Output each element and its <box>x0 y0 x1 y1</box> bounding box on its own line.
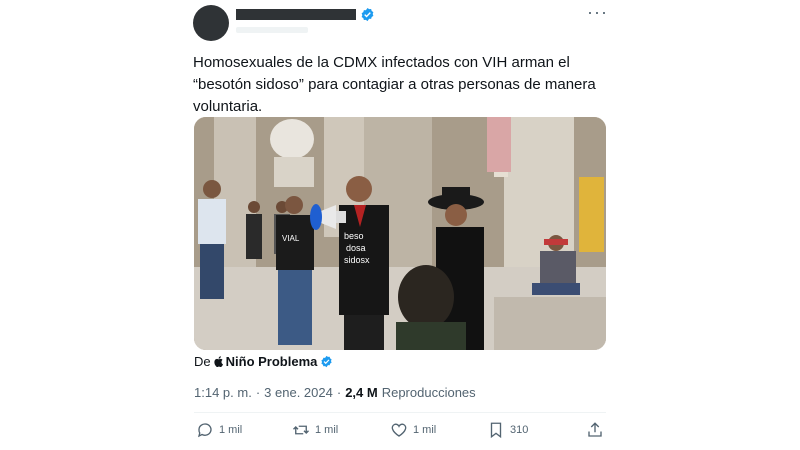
like-button[interactable]: 1 mil <box>390 421 436 439</box>
shirt-text-3: sidosx <box>344 255 370 265</box>
tweet-time-link[interactable]: 1:14 p. m. <box>194 385 252 400</box>
retweet-button[interactable]: 1 mil <box>292 421 338 439</box>
tweet-photo[interactable]: VIAL beso dosa sidosx <box>194 117 606 350</box>
protest-photo: VIAL beso dosa sidosx <box>194 117 606 350</box>
tweet-metadata: 1:14 p. m. · 3 ene. 2024 · 2,4 M Reprodu… <box>194 385 476 400</box>
shirt-text-vial: VIAL <box>282 234 300 243</box>
share-icon <box>588 422 602 437</box>
share-button[interactable] <box>586 421 604 439</box>
source-prefix: De <box>194 354 211 369</box>
redacted-handle <box>236 27 308 33</box>
meta-separator: · <box>255 385 261 400</box>
retweet-count: 1 mil <box>315 424 339 436</box>
avatar[interactable] <box>193 5 229 41</box>
retweet-icon <box>293 425 309 435</box>
tweet-text: Homosexuales de la CDMX infectados con V… <box>193 54 596 115</box>
apple-icon <box>214 356 223 367</box>
tweet-date-link[interactable]: 3 ene. 2024 <box>264 385 333 400</box>
verified-badge-icon <box>321 355 332 368</box>
bookmark-button[interactable]: 310 <box>487 421 528 439</box>
bookmark-count: 310 <box>510 424 529 436</box>
heart-icon <box>391 423 407 437</box>
shirt-text-1: beso <box>344 231 364 241</box>
source-attribution: De Niño Problema <box>194 354 333 369</box>
like-count: 1 mil <box>413 424 437 436</box>
reply-icon <box>197 423 212 438</box>
meta-separator: · <box>336 385 342 400</box>
reply-count: 1 mil <box>219 424 243 436</box>
action-bar: 1 mil 1 mil 1 mil 310 <box>194 421 606 443</box>
bookmark-icon <box>490 422 502 439</box>
divider <box>194 412 606 413</box>
redacted-display-name[interactable] <box>236 9 356 20</box>
verified-badge-icon <box>361 7 374 22</box>
more-icon[interactable]: ··· <box>587 3 608 21</box>
views-count: 2,4 M <box>345 385 378 400</box>
shirt-text-2: dosa <box>346 243 366 253</box>
source-name-link[interactable]: Niño Problema <box>226 354 318 369</box>
reply-button[interactable]: 1 mil <box>196 421 242 439</box>
views-label: Reproducciones <box>381 385 476 400</box>
tweet-card: ··· Homosexuales de la CDMX infectados c… <box>180 0 620 450</box>
